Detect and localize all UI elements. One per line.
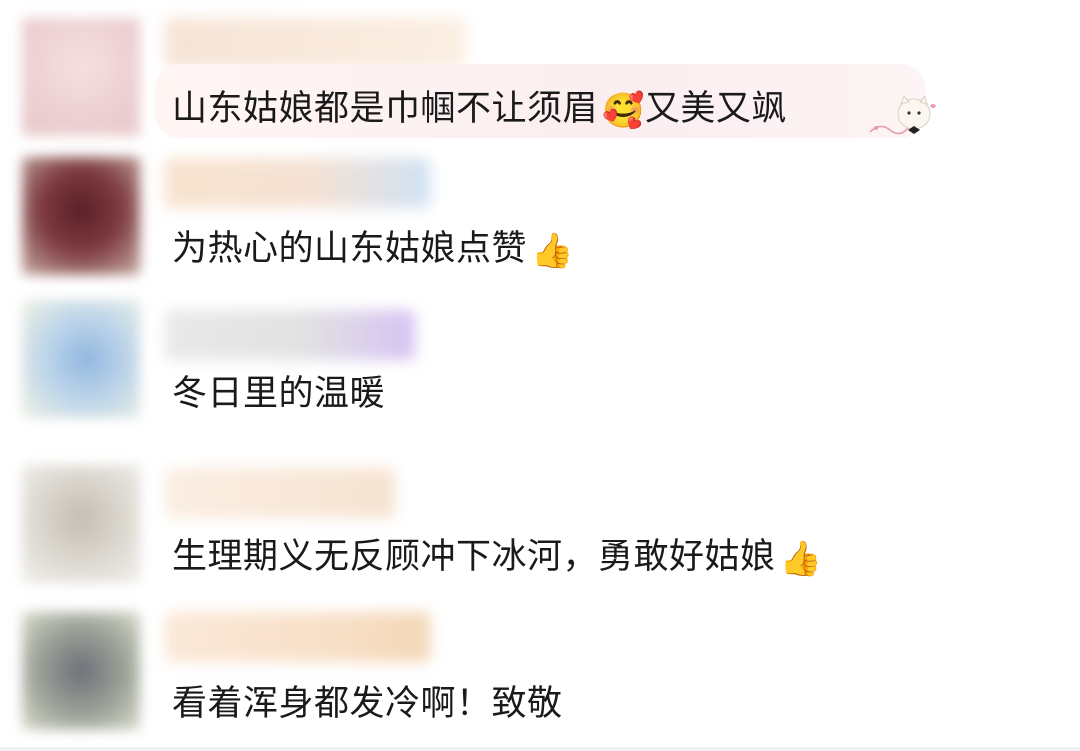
comment-text-part: 看着浑身都发冷啊！致敬 xyxy=(172,684,563,724)
thumbs-up-emoji-icon: 👍 xyxy=(779,539,823,579)
username-blurred[interactable] xyxy=(165,468,395,518)
comment-list: 山东姑娘都是巾帼不让须眉 🥰又美又飒 为热心的山东姑娘点赞 👍 冬日里的温暖 生… xyxy=(0,0,1080,751)
comment-text: 看着浑身都发冷啊！致敬 xyxy=(172,675,563,726)
comment-text: 冬日里的温暖 xyxy=(172,365,385,416)
thumbs-up-emoji-icon: 👍 xyxy=(531,231,574,271)
username-blurred[interactable] xyxy=(165,310,415,360)
cat-sticker-icon xyxy=(869,94,936,135)
avatar[interactable] xyxy=(22,18,140,136)
comment-text-part: 山东姑娘都是巾帼不让须眉 xyxy=(172,89,599,129)
avatar[interactable] xyxy=(22,300,140,418)
divider xyxy=(0,747,1080,751)
username-blurred[interactable] xyxy=(165,158,430,208)
comment-text-part: 为热心的山东姑娘点赞 xyxy=(172,229,528,269)
username-blurred[interactable] xyxy=(165,612,430,662)
username-blurred[interactable] xyxy=(165,18,465,68)
comment-text-part: 生理期义无反顾冲下冰河，勇敢好姑娘 xyxy=(172,537,776,577)
avatar[interactable] xyxy=(22,157,140,275)
comment-text-part: 又美又飒 xyxy=(644,89,787,129)
avatar[interactable] xyxy=(22,465,140,583)
smiling-hearts-emoji-icon: 🥰 xyxy=(602,91,645,131)
avatar[interactable] xyxy=(22,612,140,730)
comment-text: 为热心的山东姑娘点赞 👍 xyxy=(172,220,574,271)
comment-text: 生理期义无反顾冲下冰河，勇敢好姑娘 👍 xyxy=(172,528,822,579)
comment-text-part: 冬日里的温暖 xyxy=(172,374,386,414)
comment-text: 山东姑娘都是巾帼不让须眉 🥰又美又飒 xyxy=(172,80,787,131)
